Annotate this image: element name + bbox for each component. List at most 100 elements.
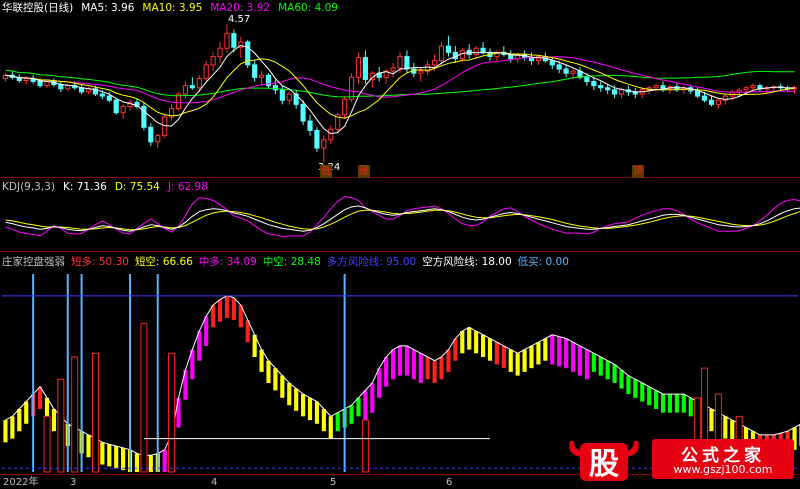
bull-risk-line-value: 多方风险线: 95.00 bbox=[326, 256, 417, 268]
candle-body bbox=[286, 93, 292, 101]
candle-body bbox=[155, 135, 161, 143]
candle-body bbox=[750, 85, 756, 89]
ma10-value: MA10: 3.95 bbox=[142, 1, 203, 14]
candle-body bbox=[314, 129, 320, 149]
candle-body bbox=[570, 70, 576, 74]
candle-body bbox=[224, 33, 230, 49]
candle-body bbox=[591, 81, 597, 87]
watermark-url: www.gszj100.com bbox=[673, 463, 773, 476]
candle-body bbox=[210, 56, 216, 66]
tag-top: 顶 bbox=[632, 165, 644, 178]
candle-body bbox=[279, 89, 285, 101]
red-hollow-bar bbox=[71, 356, 79, 473]
red-hollow-bar bbox=[43, 415, 51, 473]
mid-short-value: 中空: 28.48 bbox=[262, 256, 321, 268]
candle-body bbox=[611, 89, 618, 95]
low-buy-value: 低买: 0.00 bbox=[517, 256, 569, 268]
x-axis-year: 2022年 bbox=[3, 477, 39, 488]
indicator-header: 庄家控盘强弱 短多: 50.30 短空: 66.66 中多: 34.09 中空:… bbox=[2, 255, 569, 268]
candle-body bbox=[37, 81, 43, 87]
candle-body bbox=[217, 47, 223, 58]
x-axis-month-5: 5 bbox=[330, 477, 337, 488]
x-axis-month-4: 4 bbox=[211, 477, 218, 488]
candle-body bbox=[695, 90, 701, 97]
candle-body bbox=[390, 67, 396, 72]
candle-body bbox=[58, 84, 64, 90]
candle-body bbox=[348, 76, 355, 100]
ma60-value: MA60: 4.09 bbox=[278, 1, 338, 14]
candle-body bbox=[432, 60, 438, 66]
candle-body bbox=[196, 77, 202, 89]
candle-body bbox=[480, 47, 486, 53]
mid-long-value: 中多: 34.09 bbox=[198, 256, 257, 268]
candle-body bbox=[404, 56, 410, 70]
candle-body bbox=[300, 103, 306, 122]
candle-body bbox=[342, 98, 348, 116]
candle-body bbox=[549, 60, 555, 66]
candle-body bbox=[203, 64, 209, 79]
candle-body bbox=[120, 105, 126, 114]
candle-body bbox=[736, 89, 742, 93]
candle-body bbox=[65, 85, 71, 90]
red-hollow-bar bbox=[91, 352, 99, 473]
candle-body bbox=[148, 126, 154, 143]
x-axis-month-6: 6 bbox=[446, 477, 453, 488]
candle-body bbox=[584, 76, 590, 83]
candle-body bbox=[23, 77, 29, 81]
tag-rise: 涨 bbox=[358, 165, 370, 178]
candle-body bbox=[307, 120, 313, 131]
price-title: 华联控股(日线) bbox=[2, 2, 74, 14]
candle-body bbox=[618, 89, 625, 95]
candle-body bbox=[708, 99, 715, 105]
candle-body bbox=[701, 95, 708, 101]
short-long-value: 短多: 50.30 bbox=[71, 256, 129, 268]
candle-body bbox=[438, 45, 445, 62]
j-value: J: 62.98 bbox=[167, 180, 208, 193]
ma20-value: MA20: 3.92 bbox=[210, 1, 271, 14]
k-value: K: 71.36 bbox=[62, 180, 107, 193]
red-hollow-bar bbox=[140, 323, 148, 473]
logo-char: 股 bbox=[589, 447, 619, 482]
candle-body bbox=[99, 93, 105, 97]
stock-chart-canvas bbox=[0, 0, 800, 489]
candle-body bbox=[397, 56, 403, 69]
candle-body bbox=[445, 45, 452, 53]
candle-body bbox=[328, 128, 334, 141]
kdj-title: KDJ(9,3,3) bbox=[2, 180, 55, 193]
ma5-value: MA5: 3.96 bbox=[81, 1, 135, 14]
candle-body bbox=[743, 87, 749, 91]
candle-body bbox=[258, 74, 265, 78]
chart-background bbox=[0, 0, 800, 489]
d-value: D: 75.54 bbox=[114, 180, 160, 193]
high-price-label: 4.57 bbox=[228, 14, 251, 25]
candle-body bbox=[182, 85, 189, 95]
indicator-title: 庄家控盘强弱 bbox=[2, 256, 65, 268]
kdj-header: KDJ(9,3,3) K: 71.36 D: 75.54 J: 62.98 bbox=[2, 180, 208, 193]
candle-body bbox=[715, 99, 721, 105]
red-hollow-bar bbox=[361, 419, 369, 473]
candle-body bbox=[563, 68, 569, 74]
candle-body bbox=[113, 99, 119, 114]
candle-body bbox=[653, 85, 659, 89]
red-hollow-bar bbox=[57, 378, 65, 473]
candle-body bbox=[605, 87, 611, 91]
watermark-box: 公式之家 www.gszj100.com bbox=[652, 439, 794, 479]
candle-body bbox=[598, 85, 604, 89]
candle-body bbox=[189, 85, 195, 89]
bear-risk-line-value: 空方风险线: 18.00 bbox=[422, 256, 512, 268]
short-short-value: 短空: 66.66 bbox=[134, 256, 193, 268]
watermark: 股 公式之家 www.gszj100.com bbox=[564, 435, 796, 485]
red-hollow-bar bbox=[168, 352, 176, 473]
candle-body bbox=[252, 64, 258, 78]
x-axis-month-3: 3 bbox=[70, 477, 77, 488]
candle-body bbox=[362, 57, 368, 80]
candle-body bbox=[660, 85, 666, 90]
candle-body bbox=[556, 64, 562, 70]
candle-body bbox=[106, 95, 112, 101]
candle-body bbox=[321, 139, 327, 149]
candle-body bbox=[231, 33, 237, 48]
candle-body bbox=[418, 70, 424, 74]
candle-body bbox=[162, 116, 168, 137]
tag-low: 低 bbox=[320, 165, 332, 178]
candle-body bbox=[355, 57, 362, 78]
